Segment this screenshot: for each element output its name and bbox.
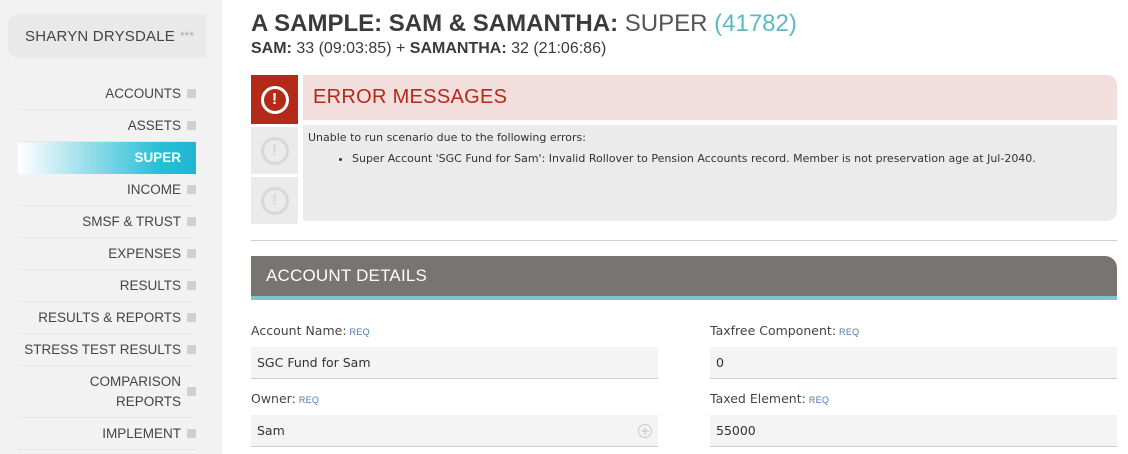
taxfree-component-field: Taxfree Component: REQ 0 <box>710 322 1117 379</box>
sidebar-item-label: INCOME <box>127 181 181 197</box>
sidebar-item-expenses[interactable]: EXPENSES <box>18 238 196 270</box>
taxfree-component-input[interactable]: 0 <box>710 347 1117 379</box>
title-client: A SAMPLE: SAM & SAMANTHA: <box>251 10 619 37</box>
square-icon <box>187 387 196 396</box>
error-icon-box: ! <box>251 177 298 224</box>
error-item: Super Account 'SGC Fund for Sam': Invali… <box>352 152 1112 165</box>
error-body: Unable to run scenario due to the follow… <box>303 125 1117 221</box>
account-details-header: ACCOUNT DETAILS <box>251 256 1117 300</box>
square-icon <box>187 185 196 194</box>
title-id: (41782) <box>714 10 797 37</box>
sidebar-item-label: EXPENSES <box>108 245 181 261</box>
title-section: SUPER <box>624 10 708 37</box>
plus-circle-icon[interactable]: + <box>638 423 652 438</box>
sidebar-item-label: SMSF & TRUST <box>82 213 181 229</box>
sidebar-item-results[interactable]: RESULTS <box>18 270 196 302</box>
sidebar-item-label: RESULTS & REPORTS <box>38 309 181 325</box>
account-name-input[interactable]: SGC Fund for Sam <box>251 347 658 379</box>
sidebar-item-stress-test-results[interactable]: STRESS TEST RESULTS <box>18 334 196 366</box>
alert-icon: ! <box>260 186 289 215</box>
field-value: 55000 <box>716 423 756 438</box>
user-name: SHARYN DRYSDALE <box>25 27 175 45</box>
field-value: SGC Fund for Sam <box>257 355 371 370</box>
member-2-name: SAMANTHA: <box>409 40 507 57</box>
owner-field: Owner: REQ Sam + <box>251 390 658 447</box>
error-icon-box: ! <box>251 127 298 174</box>
square-icon <box>187 121 196 130</box>
sidebar-item-label: ASSETS <box>127 117 181 133</box>
sidebar-item-accounts[interactable]: ACCOUNTS <box>18 78 196 110</box>
sidebar-item-smsf-trust[interactable]: SMSF & TRUST <box>18 206 196 238</box>
sidebar-item-label: STRESS TEST RESULTS <box>24 341 181 357</box>
error-icon-column: ! ! ! <box>251 75 298 227</box>
field-label-row: Account Name: REQ <box>251 322 658 340</box>
error-intro: Unable to run scenario due to the follow… <box>308 131 586 144</box>
sidebar-item-comparison-reports[interactable]: COMPARISON REPORTS <box>18 366 196 418</box>
field-label: Taxed Element: <box>710 391 806 406</box>
field-label: Account Name: <box>251 323 347 338</box>
field-label-row: Taxed Element: REQ <box>710 390 1117 408</box>
field-label: Taxfree Component: <box>710 323 837 338</box>
square-icon <box>187 429 196 438</box>
error-icon-box: ! <box>251 75 298 124</box>
user-stars: *** <box>180 29 195 43</box>
sidebar-item-implement[interactable]: IMPLEMENT <box>18 418 196 450</box>
field-value: Sam <box>257 423 285 438</box>
sidebar-item-income[interactable]: INCOME <box>18 174 196 206</box>
square-icon <box>187 89 196 98</box>
required-marker: REQ <box>839 327 860 337</box>
field-value: 0 <box>716 355 724 370</box>
alert-icon: ! <box>260 136 289 165</box>
member-1-age: 33 (09:03:85) <box>296 40 392 57</box>
page-title: A SAMPLE: SAM & SAMANTHA: SUPER (41782) <box>251 10 797 38</box>
owner-select[interactable]: Sam + <box>251 415 658 447</box>
member-1-name: SAM: <box>251 40 292 57</box>
sidebar-item-assets[interactable]: ASSETS <box>18 110 196 142</box>
plus-sign: + <box>395 40 406 57</box>
square-icon <box>187 345 196 354</box>
square-icon <box>187 313 196 322</box>
required-marker: REQ <box>298 395 320 405</box>
divider <box>251 240 1117 241</box>
sidebar-item-label: IMPLEMENT <box>102 425 181 441</box>
sidebar-item-results-reports[interactable]: RESULTS & REPORTS <box>18 302 196 334</box>
section-title: ACCOUNT DETAILS <box>266 266 428 285</box>
user-box[interactable]: SHARYN DRYSDALE *** <box>8 14 206 58</box>
error-header: ERROR MESSAGES <box>303 75 1117 120</box>
label-line-2: REPORTS <box>115 393 181 409</box>
square-icon <box>187 249 196 258</box>
sidebar-item-label: ACCOUNTS <box>105 85 181 101</box>
label-line-1: COMPARISON <box>89 373 181 389</box>
square-icon <box>187 281 196 290</box>
taxed-element-field: Taxed Element: REQ 55000 <box>710 390 1117 447</box>
page-subtitle: SAM: 33 (09:03:85) + SAMANTHA: 32 (21:06… <box>251 40 606 58</box>
account-name-field: Account Name: REQ SGC Fund for Sam <box>251 322 658 379</box>
sidebar-item-label: SUPER <box>134 150 181 165</box>
alert-icon: ! <box>260 85 289 114</box>
field-label-row: Taxfree Component: REQ <box>710 322 1117 340</box>
required-marker: REQ <box>808 395 830 405</box>
sidebar-item-label: COMPARISON REPORTS <box>90 372 181 412</box>
required-marker: REQ <box>349 327 370 337</box>
sidebar-nav: ACCOUNTS ASSETS SUPER INCOME SMSF & TRUS… <box>18 78 196 450</box>
field-label: Owner: <box>251 391 296 406</box>
sidebar-item-label: RESULTS <box>119 277 181 293</box>
taxed-element-input[interactable]: 55000 <box>710 415 1117 447</box>
member-2-age: 32 (21:06:86) <box>511 40 607 57</box>
square-icon <box>187 217 196 226</box>
sidebar: SHARYN DRYSDALE *** ACCOUNTS ASSETS SUPE… <box>0 0 222 454</box>
sidebar-item-super[interactable]: SUPER <box>18 142 196 174</box>
field-label-row: Owner: REQ <box>251 390 658 408</box>
error-title: ERROR MESSAGES <box>313 86 508 108</box>
error-list: Super Account 'SGC Fund for Sam': Invali… <box>352 152 1112 165</box>
